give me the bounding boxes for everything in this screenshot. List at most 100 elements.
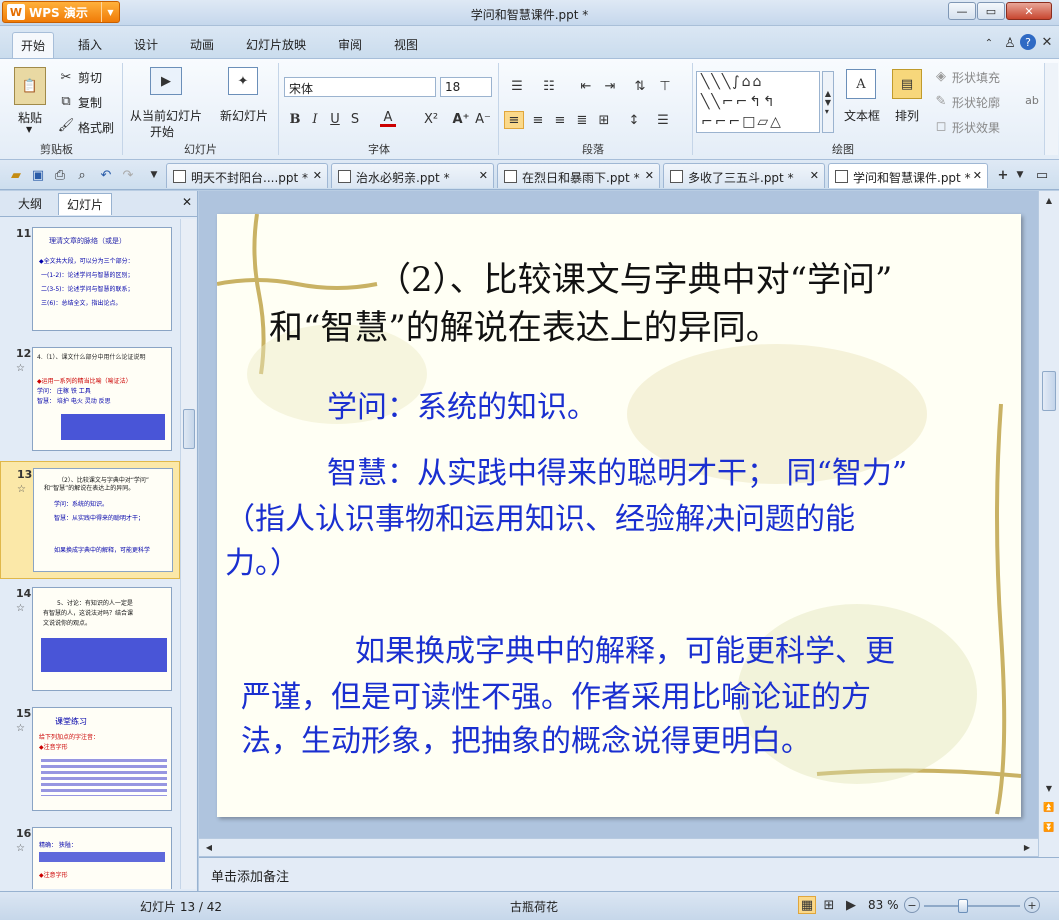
window-layout-icon[interactable]: ▭ <box>1032 166 1052 184</box>
close-panel-icon[interactable]: ✕ <box>182 195 192 209</box>
doc-tab[interactable]: 治水必躬亲.ppt * ✕ <box>331 163 494 188</box>
shape-effect-button[interactable]: 形状效果 <box>952 119 1000 136</box>
slide-sorter-icon[interactable]: ⊞ <box>820 896 838 914</box>
slide-thumbnail[interactable]: 11 理清文章的脉络（或是） ◆全文共大段，可以分为三个部分： 一(1-2)：论… <box>0 221 180 339</box>
more-tools-icon[interactable]: ab <box>1024 69 1040 131</box>
slide-thumbnail[interactable]: 15 ☆ 课堂练习 给下列加点的字注音： ◆注音字形 <box>0 701 180 819</box>
zoom-slider-track[interactable] <box>924 905 1020 907</box>
new-slide-icon[interactable]: ✦ <box>228 67 258 95</box>
bold-button[interactable]: B <box>288 111 302 127</box>
tab-slideshow[interactable]: 幻灯片放映 <box>246 36 306 53</box>
print-preview-icon[interactable]: ⌕ <box>74 167 90 183</box>
increase-indent-icon[interactable]: ⇥ <box>600 77 620 95</box>
redo-icon[interactable]: ↷ <box>120 167 136 183</box>
close-button[interactable]: ✕ <box>1006 2 1052 20</box>
numbering-icon[interactable]: ☷ <box>538 77 560 95</box>
strikethrough-button[interactable]: S <box>348 111 362 127</box>
help-icon[interactable]: ? <box>1020 34 1036 50</box>
normal-view-icon[interactable]: ▦ <box>798 896 816 914</box>
shape-gallery[interactable]: ╲╲╲∫⌂⌂ ╲╲⌐⌐↰↰ ⌐⌐⌐□▱△ <box>696 71 820 133</box>
close-tab-icon[interactable]: ✕ <box>973 169 982 182</box>
align-text-icon[interactable]: ⊤ <box>654 77 676 95</box>
cut-button[interactable]: 剪切 <box>78 69 102 86</box>
font-color-button[interactable]: A <box>380 110 396 127</box>
tab-animation[interactable]: 动画 <box>190 36 214 53</box>
slide-body-p3-line2[interactable]: 严谨，但是可读性不强。作者采用比喻论证的方 <box>241 672 871 716</box>
font-name-select[interactable]: 宋体 <box>284 77 436 97</box>
slide-thumbnail-selected[interactable]: 13 ☆ （2）、比较课文与字典中对“学问” 和“智慧”的解说在表达上的异同。 … <box>0 461 180 579</box>
minimize-button[interactable]: — <box>948 2 976 20</box>
close-tab-icon[interactable]: ✕ <box>479 169 488 182</box>
zoom-slider-handle[interactable] <box>958 899 968 913</box>
distribute-icon[interactable]: ⊞ <box>594 111 614 129</box>
paste-button[interactable]: 粘贴 <box>18 109 42 126</box>
close-ribbon-icon[interactable]: ✕ <box>1040 35 1054 50</box>
from-current-label-1[interactable]: 从当前幻灯片 <box>130 107 202 124</box>
slide-body-p3-line3[interactable]: 法，生动形象，把抽象的概念说得更明白。 <box>241 716 811 760</box>
scroll-down-icon[interactable]: ▼ <box>1042 781 1056 795</box>
undo-icon[interactable]: ↶ <box>98 167 114 183</box>
from-current-label-2[interactable]: 开始 <box>150 123 174 140</box>
text-direction-icon[interactable]: ⇅ <box>630 77 650 95</box>
slide-canvas[interactable]: （2）、比较课文与字典中对“学问” 和“智慧”的解说在表达上的异同。 学问：系统… <box>217 214 1021 817</box>
new-tab-icon[interactable]: + <box>994 166 1012 184</box>
new-slide-button[interactable]: 新幻灯片 <box>220 107 268 124</box>
scroll-thumb[interactable] <box>1042 371 1056 411</box>
textbox-icon[interactable]: A <box>846 69 876 99</box>
slide-thumbnail[interactable]: 16 ☆ 精确： 狭隘： ◆注意字形 <box>0 821 180 889</box>
previous-slide-icon[interactable]: ⏫ <box>1042 801 1056 815</box>
scroll-right-icon[interactable]: ▶ <box>1021 841 1033 853</box>
slide-thumbnail[interactable]: 12 ☆ 4.（1）、课文什么部分中用什么论证说明 ◆运用一系列的精当比喻（喻证… <box>0 341 180 459</box>
quick-access-chevron-icon[interactable]: ▼ <box>148 167 160 183</box>
align-left-icon[interactable]: ≡ <box>504 111 524 129</box>
thumbnail-scrollbar[interactable] <box>180 219 196 889</box>
columns-icon[interactable]: ☰ <box>652 111 674 129</box>
open-folder-icon[interactable]: ▰ <box>8 167 24 183</box>
slide-body-p3-line1[interactable]: 如果换成字典中的解释，可能更科学、更 <box>355 626 895 670</box>
font-size-select[interactable]: 18 <box>440 77 492 97</box>
textbox-button[interactable]: 文本框 <box>844 107 880 124</box>
shrink-font-button[interactable]: A⁻ <box>474 111 492 127</box>
zoom-out-icon[interactable]: − <box>904 897 920 913</box>
slide-thumbnail[interactable]: 14 ☆ 5、讨论：有知识的人一定是 有智慧的人，这说法对吗？结合课 文说说你的… <box>0 581 180 699</box>
tab-design[interactable]: 设计 <box>134 36 158 53</box>
slide-horizontal-scrollbar[interactable]: ◀ ▶ <box>199 838 1038 856</box>
doc-tab[interactable]: 明天不封阳台....ppt * ✕ <box>166 163 328 188</box>
restore-button[interactable]: ▭ <box>977 2 1005 20</box>
slide-title-line-1[interactable]: （2）、比较课文与字典中对“学问” <box>377 252 892 301</box>
grow-font-button[interactable]: A⁺ <box>452 111 470 127</box>
decrease-indent-icon[interactable]: ⇤ <box>576 77 596 95</box>
scroll-thumb[interactable] <box>183 409 195 449</box>
copy-button[interactable]: 复制 <box>78 94 102 111</box>
notes-placeholder[interactable]: 单击添加备注 <box>211 866 289 885</box>
line-spacing-icon[interactable]: ↕ <box>624 111 644 129</box>
slide-body-p2-line2[interactable]: （指人认识事物和运用知识、经验解决问题的能 <box>225 494 855 538</box>
shape-outline-button[interactable]: 形状轮廓 <box>952 94 1000 111</box>
underline-button[interactable]: U <box>328 111 342 127</box>
slide-vertical-scrollbar[interactable]: ▲ ▼ ⏫ ⏬ <box>1038 191 1059 857</box>
tab-view[interactable]: 视图 <box>394 36 418 53</box>
italic-button[interactable]: I <box>308 111 322 127</box>
close-tab-icon[interactable]: ✕ <box>313 169 322 182</box>
slide-title-line-2[interactable]: 和“智慧”的解说在表达上的异同。 <box>269 300 780 349</box>
tab-review[interactable]: 审阅 <box>338 36 362 53</box>
print-icon[interactable]: ⎙ <box>52 167 68 183</box>
format-painter-button[interactable]: 格式刷 <box>78 119 114 136</box>
chevron-up-icon[interactable]: ⌃ <box>982 36 996 50</box>
doc-tab[interactable]: 多收了三五斗.ppt * ✕ <box>663 163 825 188</box>
doc-tab[interactable]: 在烈日和暴雨下.ppt * ✕ <box>497 163 660 188</box>
superscript-button[interactable]: X² <box>422 111 440 127</box>
shape-fill-button[interactable]: 形状填充 <box>952 69 1000 86</box>
play-from-current-icon[interactable]: ▶ <box>150 67 182 95</box>
tab-list-chevron-icon[interactable]: ▼ <box>1014 166 1026 184</box>
slide-body-p2-line1[interactable]: 智慧：从实践中得来的聪明才干； 同“智力” <box>327 448 907 492</box>
slideshow-icon[interactable]: ▶ <box>842 896 860 914</box>
arrange-icon[interactable]: ▤ <box>892 69 922 99</box>
zoom-in-icon[interactable]: + <box>1024 897 1040 913</box>
justify-icon[interactable]: ≣ <box>572 111 592 129</box>
next-slide-icon[interactable]: ⏬ <box>1042 821 1056 835</box>
save-icon[interactable]: ▣ <box>30 167 46 183</box>
scroll-up-icon[interactable]: ▲ <box>1042 193 1056 207</box>
scroll-left-icon[interactable]: ◀ <box>203 841 215 853</box>
tab-insert[interactable]: 插入 <box>78 36 102 53</box>
